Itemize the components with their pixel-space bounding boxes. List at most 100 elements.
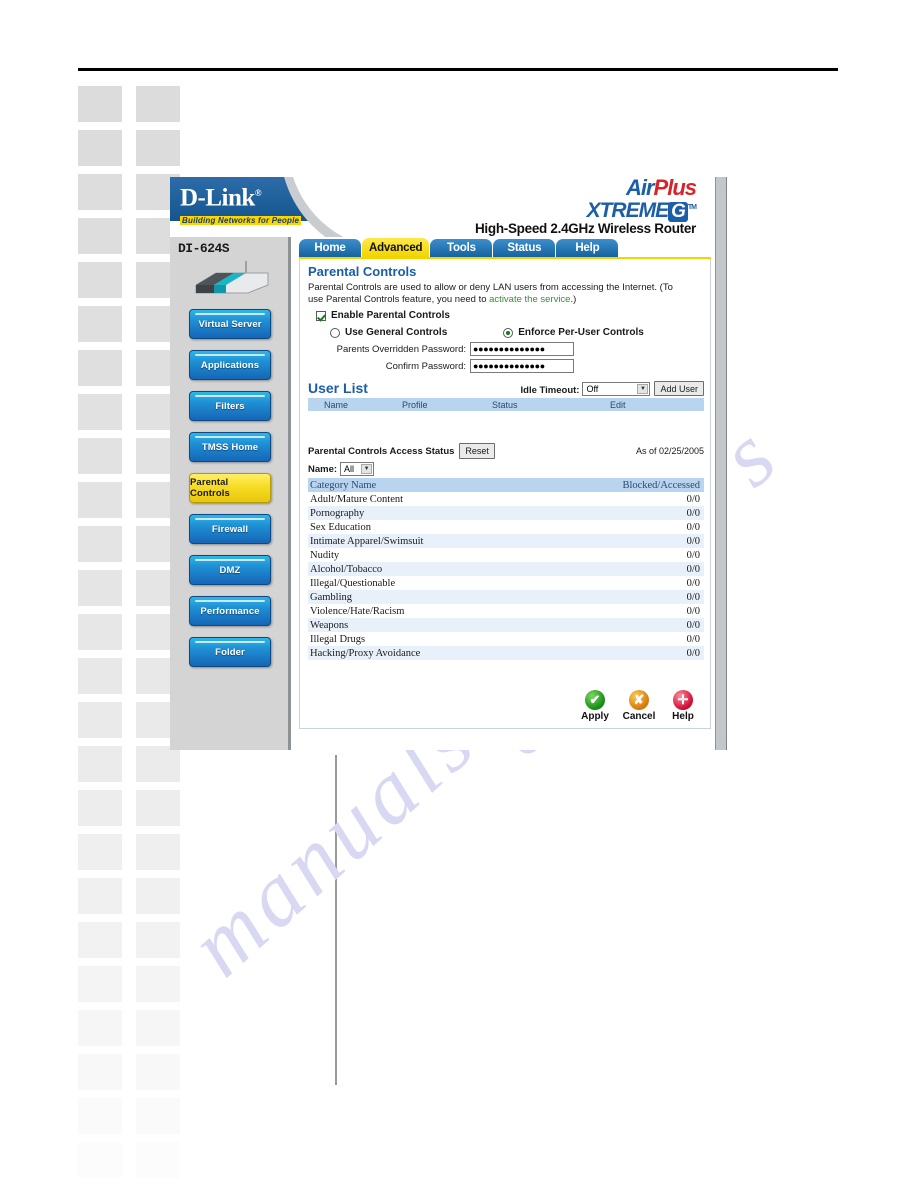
category-value: 0/0: [686, 521, 700, 533]
margin-placeholder-square: [136, 1054, 180, 1090]
table-row: Adult/Mature Content 0/0: [308, 492, 704, 506]
logo-wordmark: D-Link: [180, 184, 255, 212]
category-name: Pornography: [310, 507, 365, 519]
window-scrollbar[interactable]: [714, 177, 728, 750]
tab-home[interactable]: Home: [299, 239, 361, 257]
button-gloss: [195, 600, 265, 602]
confirm-password-row: Confirm Password: ●●●●●●●●●●●●●●: [308, 359, 704, 373]
chevron-down-icon: ▼: [361, 464, 373, 474]
activate-service-link[interactable]: activate the service: [489, 294, 570, 305]
sidebar-item-folder[interactable]: Folder: [189, 637, 271, 667]
user-list-toolbar: User List Idle Timeout: Off ▼ Add User: [308, 380, 704, 396]
enable-parental-controls-checkbox[interactable]: [316, 310, 326, 321]
category-name: Gambling: [310, 591, 352, 603]
description-text-b: .): [570, 294, 577, 305]
use-general-controls-label: Use General Controls: [345, 327, 448, 338]
confirm-password-input[interactable]: ●●●●●●●●●●●●●●: [470, 359, 574, 373]
button-gloss: [195, 354, 265, 356]
column-header-status: Status: [492, 399, 518, 410]
margin-placeholder-square: [78, 1010, 122, 1046]
table-row: Weapons 0/0: [308, 618, 704, 632]
sidebar-item-tmss-home[interactable]: TMSS Home: [189, 432, 271, 462]
margin-placeholder-square: [78, 966, 122, 1002]
sidebar-item-performance[interactable]: Performance: [189, 596, 271, 626]
category-value: 0/0: [686, 507, 700, 519]
add-user-button[interactable]: Add User: [654, 381, 704, 396]
margin-placeholder-square: [78, 218, 122, 254]
table-row: Illegal/Questionable 0/0: [308, 576, 704, 590]
margin-placeholder-square: [136, 130, 180, 166]
category-name: Intimate Apparel/Swimsuit: [310, 535, 424, 547]
parental-controls-panel: Parental Controls Parental Controls are …: [299, 259, 711, 729]
footer-action-buttons: ✔ Apply ✘ Cancel ✛ Help: [578, 690, 700, 722]
margin-placeholder-square: [78, 702, 122, 738]
margin-placeholder-square: [78, 130, 122, 166]
airplus-xtreme-g-logo: AirPlus XTREME G TM: [587, 177, 697, 222]
sidebar-item-virtual-server[interactable]: Virtual Server: [189, 309, 271, 339]
table-header-row: Category Name Blocked/Accessed: [308, 478, 704, 492]
margin-placeholder-square: [78, 1098, 122, 1134]
device-model-label: DI-624S: [178, 241, 230, 256]
margin-placeholder-square: [78, 86, 122, 122]
margin-placeholder-square: [136, 922, 180, 958]
tab-help[interactable]: Help: [556, 239, 619, 257]
category-value: 0/0: [686, 591, 700, 603]
tab-advanced[interactable]: Advanced: [362, 238, 430, 257]
parents-password-row: Parents Overridden Password: ●●●●●●●●●●●…: [308, 342, 704, 356]
parents-password-input[interactable]: ●●●●●●●●●●●●●●: [470, 342, 574, 356]
table-row: Alcohol/Tobacco 0/0: [308, 562, 704, 576]
user-list-empty-area: [308, 411, 704, 439]
tab-tools[interactable]: Tools: [430, 239, 493, 257]
category-name: Violence/Hate/Racism: [310, 605, 405, 617]
apply-button[interactable]: ✔ Apply: [578, 690, 612, 722]
margin-placeholder-square: [78, 834, 122, 870]
router-device-image: [195, 261, 269, 294]
enable-parental-controls-row[interactable]: Enable Parental Controls: [316, 310, 704, 321]
enforce-per-user-controls-radio[interactable]: [503, 327, 514, 338]
category-name: Illegal Drugs: [310, 633, 366, 645]
enable-parental-controls-label: Enable Parental Controls: [331, 310, 450, 321]
margin-placeholder-square: [136, 966, 180, 1002]
product-tagline: High-Speed 2.4GHz Wireless Router: [474, 221, 696, 236]
sidebar-item-label: Virtual Server: [198, 318, 262, 330]
margin-placeholder-square: [78, 394, 122, 430]
idle-timeout-label: Idle Timeout:: [520, 385, 580, 396]
margin-placeholder-grid: [78, 82, 180, 1188]
button-gloss: [195, 641, 265, 643]
margin-placeholder-square: [136, 790, 180, 826]
use-general-controls-radio[interactable]: [330, 327, 340, 338]
sidebar-item-label: DMZ: [219, 564, 241, 576]
category-value: 0/0: [686, 577, 700, 589]
name-filter-select[interactable]: All ▼: [340, 462, 375, 476]
sidebar-item-applications[interactable]: Applications: [189, 350, 271, 380]
margin-placeholder-square: [78, 614, 122, 650]
help-button[interactable]: ✛ Help: [666, 690, 700, 722]
category-name: Sex Education: [310, 521, 371, 533]
margin-placeholder-square: [78, 1142, 122, 1178]
category-name: Weapons: [310, 619, 349, 631]
cancel-button[interactable]: ✘ Cancel: [622, 690, 656, 722]
button-gloss: [195, 559, 265, 561]
main-content: Home Advanced Tools Status Help Parental…: [291, 237, 714, 750]
sidebar-item-dmz[interactable]: DMZ: [189, 555, 271, 585]
idle-timeout-value: Off: [586, 384, 599, 394]
page-top-rule: [78, 68, 838, 71]
table-row: Hacking/Proxy Avoidance 0/0: [308, 646, 704, 660]
table-row: Intimate Apparel/Swimsuit 0/0: [308, 534, 704, 548]
sidebar-item-filters[interactable]: Filters: [189, 391, 271, 421]
airplus-plus: Plus: [653, 177, 697, 200]
check-circle-icon: ✔: [585, 690, 605, 710]
column-header-profile: Profile: [402, 399, 428, 410]
as-of-date: As of 02/25/2005: [635, 446, 704, 456]
idle-timeout-select[interactable]: Off ▼: [582, 382, 651, 396]
margin-placeholder-square: [78, 526, 122, 562]
panel-description: Parental Controls are used to allow or d…: [308, 282, 683, 306]
margin-placeholder-square: [78, 746, 122, 782]
button-gloss: [195, 395, 265, 397]
tab-status[interactable]: Status: [493, 239, 556, 257]
margin-placeholder-square: [78, 306, 122, 342]
sidebar-item-firewall[interactable]: Firewall: [189, 514, 271, 544]
sidebar-item-parental-controls[interactable]: Parental Controls: [189, 473, 271, 503]
reset-button[interactable]: Reset: [459, 443, 495, 459]
callout-leader-line: [335, 755, 337, 1085]
